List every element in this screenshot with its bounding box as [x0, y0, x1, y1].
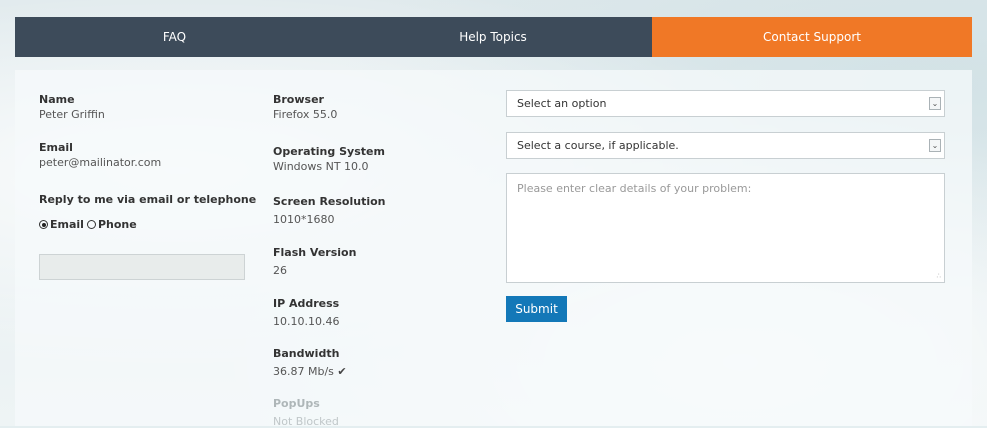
radio-email-label: Email: [50, 218, 84, 231]
os-value: Windows NT 10.0: [273, 160, 369, 173]
course-select-value: Select a course, if applicable.: [517, 139, 679, 152]
ip-value: 10.10.10.46: [273, 315, 340, 328]
browser-group: Browser Firefox 55.0: [273, 93, 337, 121]
resolution-value: 1010*1680: [273, 213, 335, 226]
submit-button[interactable]: Submit: [506, 296, 567, 322]
chevron-down-icon[interactable]: ⌄: [929, 97, 941, 110]
radio-email[interactable]: Email: [39, 218, 84, 231]
email-value: peter@mailinator.com: [39, 156, 162, 169]
popups-label: PopUps: [273, 397, 320, 410]
contact-input[interactable]: [39, 254, 245, 280]
popups-value: Not Blocked: [273, 415, 339, 428]
option-select[interactable]: Select an option ⌄: [506, 90, 945, 117]
resolution-group: Screen Resolution 1010*1680: [273, 195, 386, 226]
course-select[interactable]: Select a course, if applicable. ⌄: [506, 132, 945, 159]
popups-group: PopUps Not Blocked: [273, 397, 339, 428]
option-select-value: Select an option: [517, 97, 607, 110]
name-group: Name Peter Griffin: [39, 93, 105, 121]
os-group: Operating System Windows NT 10.0: [273, 145, 385, 173]
resize-grip-icon[interactable]: ∴: [937, 272, 941, 280]
reply-label: Reply to me via email or telephone: [39, 193, 257, 206]
radio-email-dot[interactable]: [39, 220, 48, 229]
details-textarea[interactable]: Please enter clear details of your probl…: [506, 173, 945, 283]
bandwidth-label: Bandwidth: [273, 347, 340, 360]
email-label: Email: [39, 141, 73, 154]
radio-phone-dot[interactable]: [86, 220, 96, 229]
flash-label: Flash Version: [273, 246, 357, 259]
bandwidth-row: 36.87 Mb/s ✔: [273, 365, 347, 378]
tab-help-topics[interactable]: Help Topics: [334, 17, 652, 57]
details-placeholder: Please enter clear details of your probl…: [517, 182, 752, 195]
ip-group: IP Address 10.10.10.46: [273, 297, 339, 328]
bandwidth-value: 36.87 Mb/s: [273, 365, 334, 378]
name-value: Peter Griffin: [39, 108, 105, 121]
radio-phone[interactable]: Phone: [86, 218, 137, 231]
chevron-down-icon[interactable]: ⌄: [929, 139, 941, 152]
name-label: Name: [39, 93, 75, 106]
flash-value: 26: [273, 264, 287, 277]
checkmark-icon: ✔: [337, 365, 347, 378]
support-tabs: FAQ Help Topics Contact Support: [15, 17, 972, 57]
bandwidth-group: Bandwidth 36.87 Mb/s ✔: [273, 347, 347, 378]
flash-group: Flash Version 26: [273, 246, 356, 277]
tab-contact-support[interactable]: Contact Support: [652, 17, 972, 57]
radio-phone-label: Phone: [97, 218, 137, 231]
ip-label: IP Address: [273, 297, 340, 310]
tab-faq[interactable]: FAQ: [15, 17, 334, 57]
browser-value: Firefox 55.0: [273, 108, 338, 121]
reply-group: Reply to me via email or telephone Email…: [39, 193, 256, 231]
browser-label: Browser: [273, 93, 324, 106]
resolution-label: Screen Resolution: [273, 195, 386, 208]
os-label: Operating System: [273, 145, 385, 158]
email-group: Email peter@mailinator.com: [39, 141, 161, 169]
reply-options: Email Phone: [39, 218, 256, 231]
